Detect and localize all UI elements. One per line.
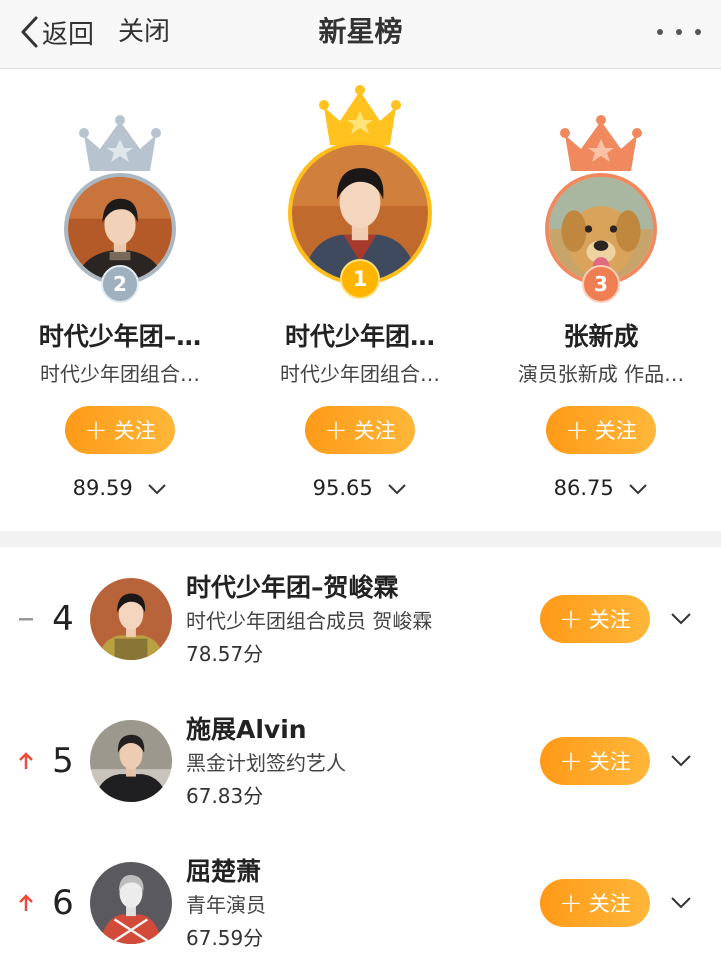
podium-desc: 时代少年团组合… (40, 362, 200, 386)
back-button[interactable]: 返回 (18, 14, 94, 50)
follow-button[interactable]: + 关注 (540, 879, 650, 927)
follow-button[interactable]: + 关注 (540, 737, 650, 785)
trend-up-icon (19, 894, 33, 911)
back-label: 返回 (42, 19, 95, 50)
podium-name[interactable]: 时代少年团… (240, 320, 480, 354)
follow-label: 关注 (353, 419, 396, 443)
nav-bar: 返回 关闭 新星榜 (0, 0, 721, 69)
avatar[interactable] (90, 720, 172, 802)
plus-icon: + (565, 413, 589, 446)
follow-label: 关注 (594, 419, 637, 443)
rank-number: 4 (52, 599, 74, 639)
follow-label: 关注 (588, 750, 631, 774)
follow-button[interactable]: + 关注 (546, 406, 656, 454)
follow-label: 关注 (588, 608, 631, 632)
trend-same-icon (19, 618, 33, 621)
chevron-down-icon (629, 484, 648, 495)
row-name[interactable]: 施展Alvin (186, 712, 307, 748)
chevron-down-icon[interactable] (668, 609, 694, 629)
podium-name[interactable]: 时代少年团–… (0, 320, 240, 354)
row-score: 67.59分 (186, 926, 264, 950)
follow-button[interactable]: + 关注 (305, 406, 415, 454)
chevron-down-icon[interactable] (668, 893, 694, 913)
plus-icon: + (559, 602, 583, 635)
podium-desc: 演员张新成 作品… (517, 362, 685, 386)
page-title: 新星榜 (318, 15, 403, 48)
row-desc: 黑金计划签约艺人 (186, 751, 346, 775)
rank-medal-gold: 1 (340, 259, 380, 299)
list-item[interactable]: 4 时代少年团–贺峻霖 时代少年团组合成员 贺峻霖 78.57分 + 关注 (0, 547, 721, 689)
follow-label: 关注 (588, 892, 631, 916)
plus-icon: + (559, 886, 583, 919)
rank-number: 5 (52, 741, 74, 781)
row-score: 78.57分 (186, 642, 264, 666)
podium-desc: 时代少年团组合… (280, 362, 440, 386)
podium-score-toggle[interactable]: 89.59 (0, 473, 240, 503)
gold-crown-icon (319, 85, 401, 145)
list-item[interactable]: 6 屈楚萧 青年演员 67.59分 + 关注 (0, 831, 721, 973)
podium-score: 89.59 (72, 476, 133, 500)
row-name[interactable]: 时代少年团–贺峻霖 (186, 570, 399, 606)
podium-name[interactable]: 张新成 (481, 320, 721, 354)
follow-label: 关注 (113, 419, 156, 443)
podium-score: 95.65 (312, 476, 373, 500)
close-button[interactable]: 关闭 (118, 14, 170, 50)
avatar[interactable] (90, 862, 172, 944)
podium-score: 86.75 (553, 476, 614, 500)
row-desc: 青年演员 (186, 893, 266, 917)
rank-number: 6 (52, 883, 74, 923)
bronze-crown-icon (560, 115, 642, 171)
podium-score-toggle[interactable]: 95.65 (240, 473, 480, 503)
podium-score-toggle[interactable]: 86.75 (481, 473, 721, 503)
row-score: 67.83分 (186, 784, 264, 808)
plus-icon: + (84, 413, 108, 446)
avatar[interactable] (90, 578, 172, 660)
chevron-down-icon (388, 484, 407, 495)
chevron-down-icon[interactable] (668, 751, 694, 771)
row-desc: 时代少年团组合成员 贺峻霖 (186, 609, 433, 633)
follow-button[interactable]: + 关注 (65, 406, 175, 454)
chevron-left-icon (21, 16, 38, 48)
trend-up-icon (19, 752, 33, 769)
top-three-podium: 2 时代少年团–… 时代少年团组合… + 关注 89.59 1 时代少年团… 时… (0, 69, 721, 531)
plus-icon: + (559, 744, 583, 777)
rank-medal-silver: 2 (101, 265, 139, 303)
more-icon[interactable] (657, 20, 701, 44)
row-name[interactable]: 屈楚萧 (186, 854, 261, 890)
follow-button[interactable]: + 关注 (540, 595, 650, 643)
rank-medal-bronze: 3 (582, 265, 620, 303)
silver-crown-icon (79, 115, 161, 171)
list-item[interactable]: 5 施展Alvin 黑金计划签约艺人 67.83分 + 关注 (0, 689, 721, 831)
section-divider (0, 531, 721, 547)
plus-icon: + (324, 413, 348, 446)
chevron-down-icon (148, 484, 167, 495)
